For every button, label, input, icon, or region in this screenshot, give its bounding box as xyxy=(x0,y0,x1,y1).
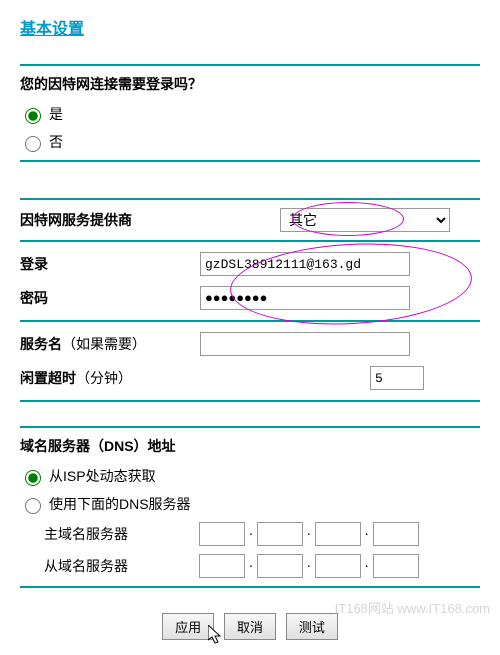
radio-dns-manual[interactable] xyxy=(25,498,41,514)
login-input[interactable] xyxy=(200,252,410,276)
divider xyxy=(20,240,480,242)
password-label: 密码 xyxy=(20,288,200,308)
service-label-text: 服务名 xyxy=(20,336,62,352)
secondary-dns-octet-3[interactable] xyxy=(315,554,361,578)
radio-dns-auto-label: 从ISP处动态获取 xyxy=(49,466,156,486)
primary-dns-label: 主域名服务器 xyxy=(44,524,199,544)
primary-dns-octet-1[interactable] xyxy=(199,522,245,546)
primary-dns-octet-2[interactable] xyxy=(257,522,303,546)
primary-dns-input-group: . . . xyxy=(199,522,419,546)
radio-no-label: 否 xyxy=(49,132,63,152)
dns-heading: 域名服务器（DNS）地址 xyxy=(20,436,480,456)
page-title: 基本设置 xyxy=(20,15,480,39)
secondary-dns-octet-4[interactable] xyxy=(373,554,419,578)
divider xyxy=(20,426,480,428)
secondary-dns-octet-2[interactable] xyxy=(257,554,303,578)
secondary-dns-input-group: . . . xyxy=(199,554,419,578)
radio-no[interactable] xyxy=(25,136,41,152)
service-input[interactable] xyxy=(200,332,410,356)
radio-yes-label: 是 xyxy=(49,104,63,124)
radio-yes[interactable] xyxy=(25,108,41,124)
divider xyxy=(20,64,480,66)
isp-label: 因特网服务提供商 xyxy=(20,210,280,230)
secondary-dns-octet-1[interactable] xyxy=(199,554,245,578)
radio-dns-manual-label: 使用下面的DNS服务器 xyxy=(49,494,191,514)
idle-label-text: 闲置超时 xyxy=(20,370,76,386)
idle-input[interactable] xyxy=(370,366,424,390)
divider xyxy=(20,198,480,200)
login-required-heading: 您的因特网连接需要登录吗？ xyxy=(20,74,480,94)
service-label: 服务名（如果需要） xyxy=(20,334,200,354)
divider xyxy=(20,160,480,162)
radio-dns-auto[interactable] xyxy=(25,470,41,486)
divider xyxy=(20,586,480,588)
service-hint: （如果需要） xyxy=(62,336,146,352)
login-label: 登录 xyxy=(20,254,200,274)
idle-label: 闲置超时（分钟） xyxy=(20,368,200,388)
password-input[interactable] xyxy=(200,286,410,310)
isp-dropdown[interactable]: 其它 xyxy=(280,208,450,232)
secondary-dns-label: 从域名服务器 xyxy=(44,556,199,576)
primary-dns-octet-3[interactable] xyxy=(315,522,361,546)
idle-hint: （分钟） xyxy=(76,370,132,386)
primary-dns-octet-4[interactable] xyxy=(373,522,419,546)
divider xyxy=(20,400,480,402)
divider xyxy=(20,320,480,322)
